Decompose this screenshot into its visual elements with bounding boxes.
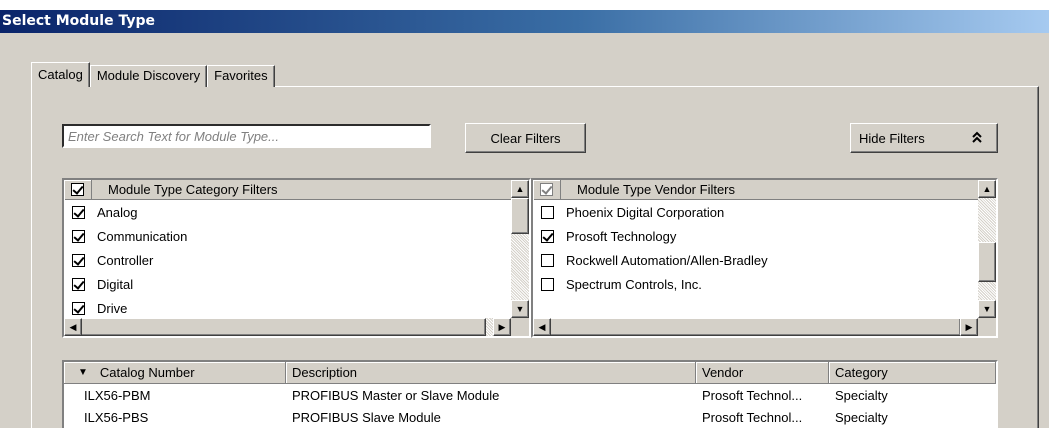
list-item[interactable]: Prosoft Technology: [533, 224, 978, 248]
cell-vendor: Prosoft Technol...: [702, 387, 803, 403]
list-item[interactable]: Digital: [64, 272, 511, 296]
vendor-vertical-scrollbar[interactable]: ▲ ▼: [978, 180, 996, 318]
list-item[interactable]: Drive: [64, 296, 511, 318]
window-title: Select Module Type: [0, 10, 1049, 33]
table-header: ▼ Catalog Number Description Vendor Cate…: [64, 362, 996, 384]
category-vertical-scrollbar[interactable]: ▲ ▼: [511, 180, 529, 318]
list-item[interactable]: Controller: [64, 248, 511, 272]
checkbox[interactable]: [72, 301, 85, 315]
catalog-table[interactable]: ▼ Catalog Number Description Vendor Cate…: [62, 360, 998, 428]
cell-vendor: Prosoft Technol...: [702, 409, 803, 425]
top-strip: [0, 0, 1049, 10]
vendor-filter-list[interactable]: Module Type Vendor Filters Phoenix Digit…: [531, 178, 998, 338]
checkbox[interactable]: [72, 277, 85, 291]
scroll-down-icon[interactable]: ▼: [511, 300, 529, 318]
list-item-label: Spectrum Controls, Inc.: [566, 276, 702, 292]
category-select-all-checkbox[interactable]: [71, 183, 84, 196]
list-item[interactable]: Rockwell Automation/Allen-Bradley: [533, 248, 978, 272]
hide-filters-label: Hide Filters: [859, 130, 925, 146]
scroll-up-icon[interactable]: ▲: [511, 180, 529, 198]
list-item-label: Drive: [97, 300, 128, 316]
scroll-corner: [978, 318, 996, 336]
category-filter-header: Module Type Category Filters: [64, 180, 511, 200]
sort-descending-icon: ▼: [78, 367, 88, 378]
cell-description: PROFIBUS Master or Slave Module: [292, 387, 500, 403]
vendor-horizontal-scrollbar[interactable]: ◀ ▶: [533, 318, 978, 336]
list-item[interactable]: Analog: [64, 200, 511, 224]
checkbox[interactable]: [541, 253, 554, 267]
checkbox[interactable]: [541, 277, 554, 291]
column-header-description[interactable]: Description: [286, 362, 696, 384]
table-row[interactable]: ILX56-PBS PROFIBUS Slave Module Prosoft …: [64, 406, 996, 428]
cell-category: Specialty: [835, 409, 888, 425]
scroll-left-icon[interactable]: ◀: [533, 318, 551, 336]
category-filter-header-label: Module Type Category Filters: [108, 182, 278, 197]
tab-strip: Catalog Module Discovery Favorites: [31, 62, 275, 87]
vendor-filter-header: Module Type Vendor Filters: [533, 180, 978, 200]
list-item[interactable]: Spectrum Controls, Inc.: [533, 272, 978, 296]
cell-category: Specialty: [835, 387, 888, 403]
tab-catalog[interactable]: Catalog: [31, 62, 90, 87]
double-chevron-up-icon: [971, 130, 983, 147]
checkbox[interactable]: [72, 205, 85, 219]
scroll-up-icon[interactable]: ▲: [978, 180, 996, 198]
list-item-label: Phoenix Digital Corporation: [566, 204, 725, 220]
column-header-label: Catalog Number: [99, 365, 195, 380]
list-item-label: Rockwell Automation/Allen-Bradley: [566, 252, 768, 268]
vendor-select-all-checkbox[interactable]: [540, 183, 553, 196]
hide-filters-button[interactable]: Hide Filters: [850, 123, 998, 153]
tab-favorites[interactable]: Favorites: [207, 65, 275, 87]
list-item[interactable]: Phoenix Digital Corporation: [533, 200, 978, 224]
checkbox[interactable]: [72, 253, 85, 267]
column-header-category[interactable]: Category: [829, 362, 996, 384]
scroll-corner: [511, 318, 529, 336]
list-item-label: Communication: [97, 228, 188, 244]
checkbox[interactable]: [72, 229, 85, 243]
clear-filters-button[interactable]: Clear Filters: [465, 123, 586, 153]
checkbox[interactable]: [541, 205, 554, 219]
scroll-thumb[interactable]: [978, 242, 996, 282]
scroll-thumb[interactable]: [64, 318, 486, 336]
scroll-right-icon[interactable]: ▶: [493, 318, 511, 336]
list-item-label: Controller: [97, 252, 154, 268]
cell-description: PROFIBUS Slave Module: [292, 409, 441, 425]
tab-module-discovery[interactable]: Module Discovery: [89, 65, 208, 87]
list-item-label: Prosoft Technology: [566, 228, 677, 244]
column-header-catalog-number[interactable]: ▼ Catalog Number: [64, 362, 286, 384]
scroll-right-icon[interactable]: ▶: [960, 318, 978, 336]
scroll-thumb[interactable]: [533, 318, 961, 336]
scroll-thumb[interactable]: [511, 198, 529, 234]
table-row[interactable]: ILX56-PBM PROFIBUS Master or Slave Modul…: [64, 384, 996, 406]
list-item-label: Analog: [97, 204, 138, 220]
scroll-left-icon[interactable]: ◀: [64, 318, 82, 336]
checkbox[interactable]: [541, 229, 554, 243]
cell-catalog-number: ILX56-PBM: [84, 387, 151, 403]
scroll-down-icon[interactable]: ▼: [978, 300, 996, 318]
column-header-vendor[interactable]: Vendor: [696, 362, 829, 384]
vendor-filter-header-label: Module Type Vendor Filters: [577, 182, 736, 197]
list-item-label: Digital: [97, 276, 134, 292]
category-horizontal-scrollbar[interactable]: ◀ ▶: [64, 318, 511, 336]
search-input[interactable]: Enter Search Text for Module Type...: [62, 124, 431, 148]
category-filter-list[interactable]: Module Type Category Filters Analog Comm…: [62, 178, 531, 338]
cell-catalog-number: ILX56-PBS: [84, 409, 149, 425]
list-item[interactable]: Communication: [64, 224, 511, 248]
